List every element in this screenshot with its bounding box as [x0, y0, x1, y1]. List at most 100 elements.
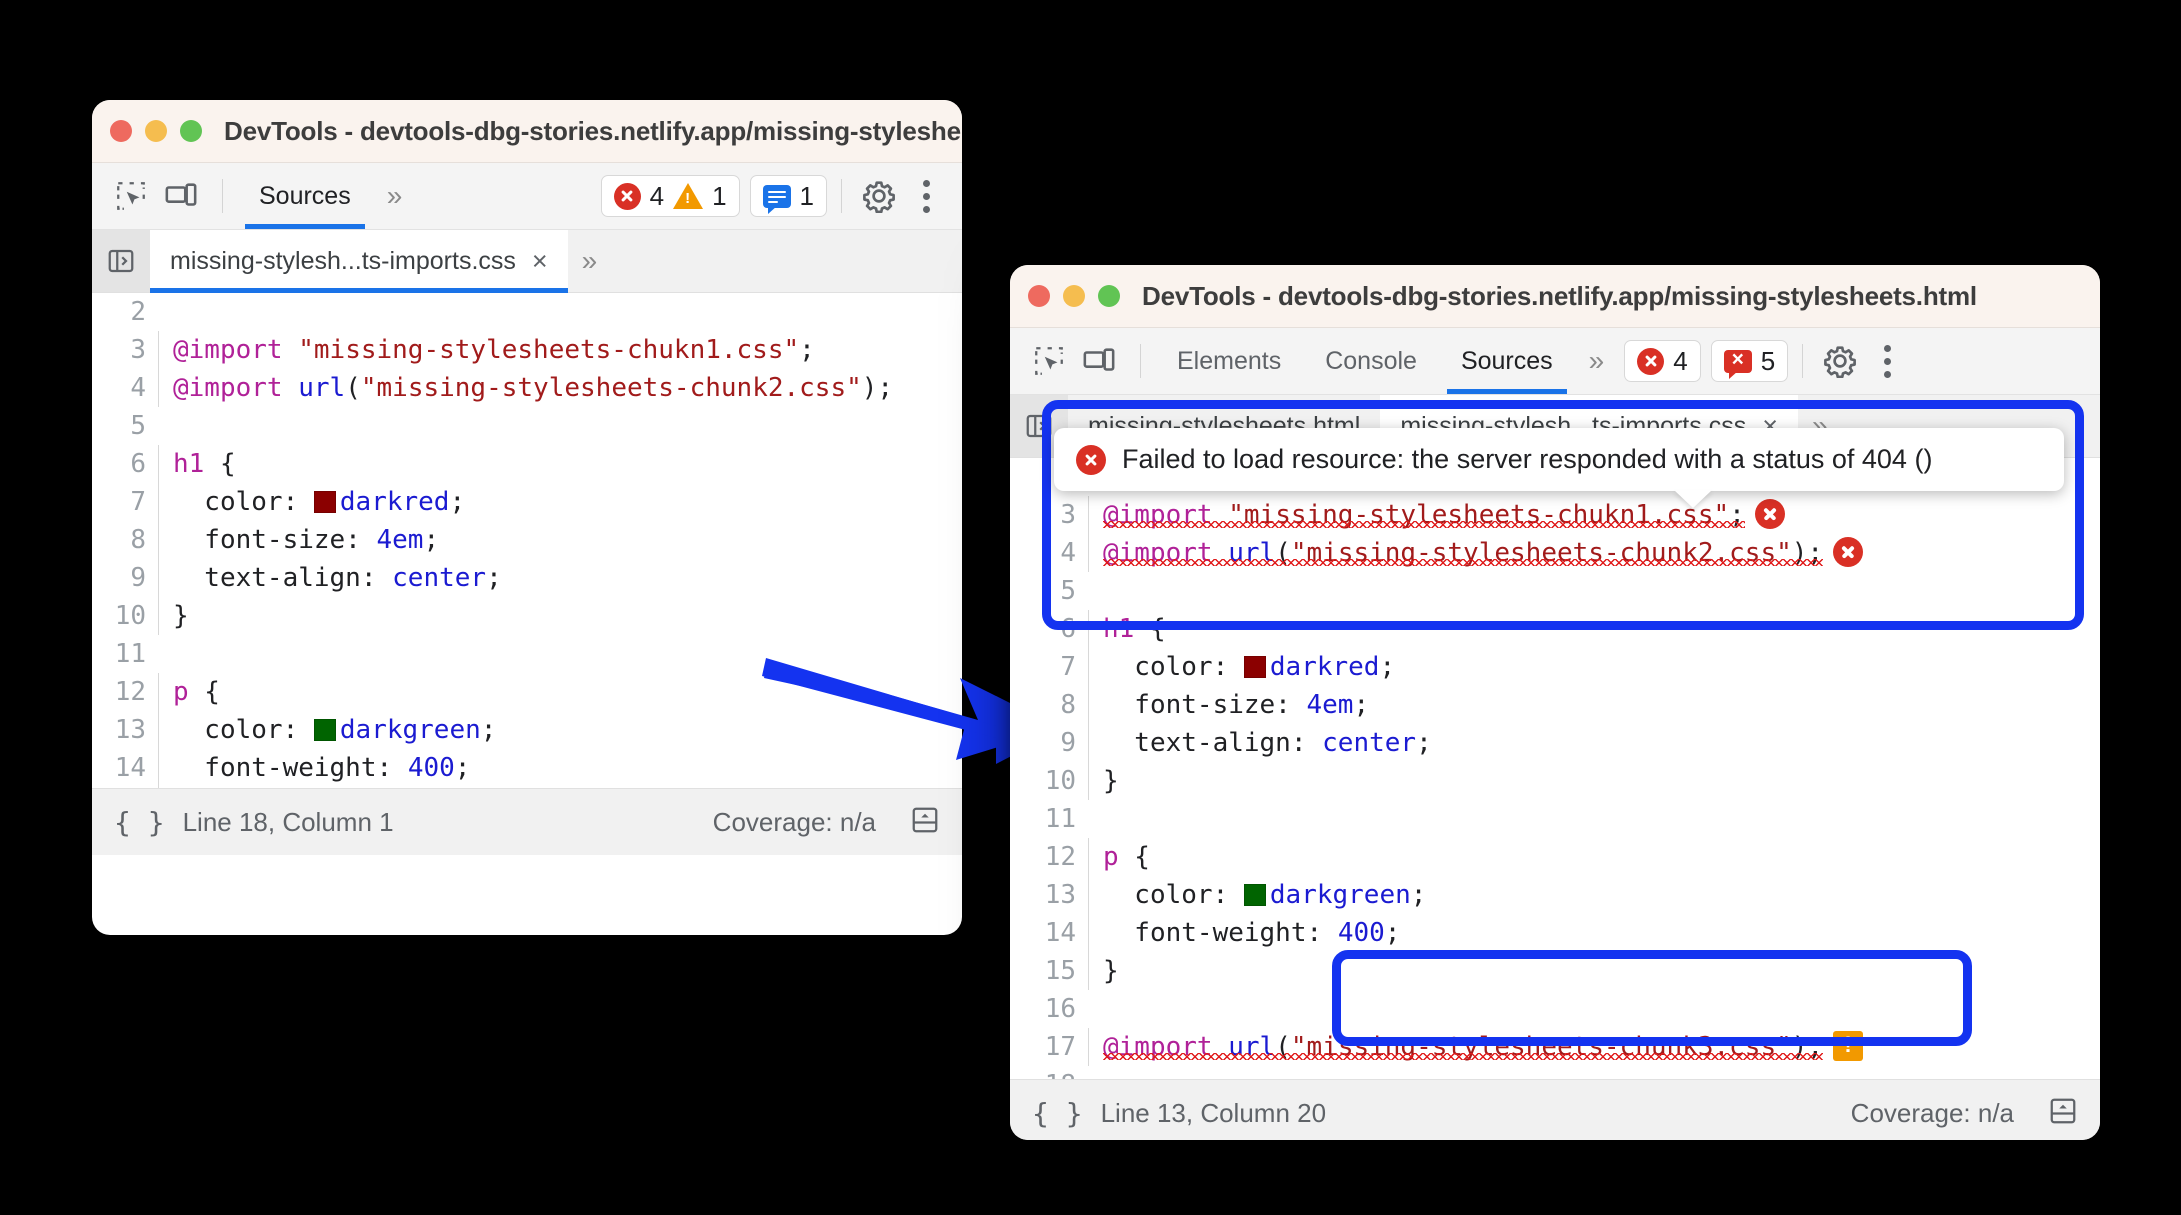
- console-errors-badge[interactable]: 5: [1710, 340, 1789, 382]
- code-text[interactable]: p {: [158, 673, 962, 711]
- errors-badge[interactable]: 4: [1624, 340, 1701, 382]
- code-line[interactable]: 10}: [92, 597, 962, 635]
- tab-console[interactable]: Console: [1303, 328, 1439, 394]
- maximize-window-button[interactable]: [180, 120, 202, 142]
- code-text[interactable]: font-size: 4em;: [1088, 686, 2100, 724]
- code-line[interactable]: 10}: [1010, 762, 2100, 800]
- code-line[interactable]: 6 h1 {: [1010, 610, 2100, 648]
- code-line[interactable]: 14 font-weight: 400;: [1010, 914, 2100, 952]
- inline-error-icon[interactable]: [1833, 537, 1864, 567]
- code-text[interactable]: color: darkgreen;: [158, 711, 962, 749]
- minimize-window-button[interactable]: [1063, 285, 1085, 307]
- code-line[interactable]: 3 @import "missing-stylesheets-chukn1.css…: [1010, 496, 2100, 534]
- navigator-toggle-icon[interactable]: [92, 230, 150, 292]
- code-line[interactable]: 11: [92, 635, 962, 673]
- code-line[interactable]: 4 @import url("missing-stylesheets-chunk2…: [92, 369, 962, 407]
- right-status-bar[interactable]: { } Line 13, Column 20 Coverage: n/a: [1010, 1079, 2100, 1140]
- code-text[interactable]: @import url("missing-stylesheets-chunk2.…: [1088, 534, 2100, 572]
- left-devtools-window[interactable]: DevTools - devtools-dbg-stories.netlify.…: [92, 100, 962, 935]
- device-toolbar-icon[interactable]: [1076, 338, 1122, 384]
- code-line[interactable]: 5: [1010, 572, 2100, 610]
- show-drawer-icon[interactable]: [2048, 1096, 2078, 1131]
- minimize-window-button[interactable]: [145, 120, 167, 142]
- code-text[interactable]: @import url("missing-stylesheets-chunk2.…: [158, 369, 962, 407]
- tab-sources[interactable]: Sources: [1439, 328, 1575, 394]
- code-line[interactable]: 12 p {: [92, 673, 962, 711]
- kebab-menu-icon[interactable]: [1867, 344, 1907, 378]
- more-tabs-chevron-icon[interactable]: »: [1575, 345, 1619, 377]
- device-toolbar-icon[interactable]: [158, 173, 204, 219]
- code-line[interactable]: 13 color: darkgreen;: [1010, 876, 2100, 914]
- code-line[interactable]: 12 p {: [1010, 838, 2100, 876]
- code-line[interactable]: 7 color: darkred;: [1010, 648, 2100, 686]
- file-tabs-overflow-chevron-icon[interactable]: »: [568, 230, 612, 292]
- code-text[interactable]: @import "missing-stylesheets-chukn1.css"…: [1088, 496, 2100, 534]
- kebab-menu-icon[interactable]: [906, 179, 946, 213]
- maximize-window-button[interactable]: [1098, 285, 1120, 307]
- code-line[interactable]: 7 color: darkred;: [92, 483, 962, 521]
- pretty-print-icon[interactable]: { }: [114, 806, 165, 839]
- code-line[interactable]: 15}: [1010, 952, 2100, 990]
- inspect-element-icon[interactable]: [1026, 338, 1072, 384]
- code-text[interactable]: h1 {: [158, 445, 962, 483]
- tab-sources[interactable]: Sources: [237, 163, 373, 229]
- code-text[interactable]: }: [158, 597, 962, 635]
- color-swatch[interactable]: [313, 719, 336, 741]
- left-file-tabstrip[interactable]: missing-stylesh...ts-imports.css × »: [92, 230, 962, 293]
- close-window-button[interactable]: [110, 120, 132, 142]
- code-text[interactable]: @import "missing-stylesheets-chukn1.css"…: [158, 331, 962, 369]
- code-line[interactable]: 9 text-align: center;: [92, 559, 962, 597]
- code-line[interactable]: 13 color: darkgreen;: [92, 711, 962, 749]
- code-line[interactable]: 18: [1010, 1066, 2100, 1079]
- code-text[interactable]: }: [158, 787, 962, 788]
- inline-warning-icon[interactable]: [1833, 1029, 1864, 1061]
- code-text[interactable]: color: darkred;: [158, 483, 962, 521]
- code-text[interactable]: font-weight: 400;: [1088, 914, 2100, 952]
- window-controls[interactable]: [1028, 285, 1120, 307]
- pretty-print-icon[interactable]: { }: [1032, 1097, 1083, 1130]
- left-code-editor[interactable]: 2 3 @import "missing-stylesheets-chukn1.cs…: [92, 293, 962, 788]
- right-devtools-window[interactable]: DevTools - devtools-dbg-stories.netlify.…: [1010, 265, 2100, 1140]
- code-text[interactable]: font-weight: 400;: [158, 749, 962, 787]
- code-text[interactable]: text-align: center;: [1088, 724, 2100, 762]
- left-window-titlebar[interactable]: DevTools - devtools-dbg-stories.netlify.…: [92, 100, 962, 163]
- code-text[interactable]: }: [1088, 952, 2100, 990]
- right-window-titlebar[interactable]: DevTools - devtools-dbg-stories.netlify.…: [1010, 265, 2100, 328]
- code-line[interactable]: 16: [1010, 990, 2100, 1028]
- code-text[interactable]: font-size: 4em;: [158, 521, 962, 559]
- left-devtools-toolbar[interactable]: Sources » 4 1 1: [92, 163, 962, 230]
- close-icon[interactable]: ×: [532, 246, 548, 277]
- code-line[interactable]: 5: [92, 407, 962, 445]
- code-text[interactable]: h1 {: [1088, 610, 2100, 648]
- color-swatch[interactable]: [1243, 884, 1266, 906]
- right-code-editor[interactable]: 23@import "missing-stylesheets-chukn1.cs…: [1010, 458, 2100, 1079]
- right-devtools-toolbar[interactable]: Elements Console Sources » 4 5: [1010, 328, 2100, 395]
- code-text[interactable]: @import url("missing-stylesheets-chunk3.…: [1088, 1028, 2100, 1066]
- code-line[interactable]: 6 h1 {: [92, 445, 962, 483]
- color-swatch[interactable]: [313, 491, 336, 513]
- code-text[interactable]: }: [1088, 762, 2100, 800]
- code-line[interactable]: 2: [92, 293, 962, 331]
- inline-error-icon[interactable]: [1754, 499, 1785, 529]
- code-line[interactable]: 15}: [92, 787, 962, 788]
- close-window-button[interactable]: [1028, 285, 1050, 307]
- tab-elements[interactable]: Elements: [1155, 328, 1303, 394]
- window-controls[interactable]: [110, 120, 202, 142]
- code-line[interactable]: 11: [1010, 800, 2100, 838]
- file-tab-css[interactable]: missing-stylesh...ts-imports.css ×: [150, 230, 568, 293]
- code-text[interactable]: text-align: center;: [158, 559, 962, 597]
- inspect-element-icon[interactable]: [108, 173, 154, 219]
- right-issue-badges[interactable]: 4 5: [1624, 340, 1789, 382]
- code-line[interactable]: 14 font-weight: 400;: [92, 749, 962, 787]
- console-messages-badge[interactable]: 1: [749, 175, 827, 217]
- left-status-bar[interactable]: { } Line 18, Column 1 Coverage: n/a: [92, 788, 962, 855]
- more-tabs-chevron-icon[interactable]: »: [373, 180, 417, 212]
- left-panel-tabs[interactable]: Sources »: [237, 163, 416, 229]
- errors-warnings-badge[interactable]: 4 1: [600, 175, 740, 217]
- code-text[interactable]: color: darkred;: [1088, 648, 2100, 686]
- code-line[interactable]: 3 @import "missing-stylesheets-chukn1.css…: [92, 331, 962, 369]
- show-drawer-icon[interactable]: [910, 805, 940, 840]
- color-swatch[interactable]: [1243, 656, 1266, 678]
- code-text[interactable]: color: darkgreen;: [1088, 876, 2100, 914]
- code-line[interactable]: 8 font-size: 4em;: [92, 521, 962, 559]
